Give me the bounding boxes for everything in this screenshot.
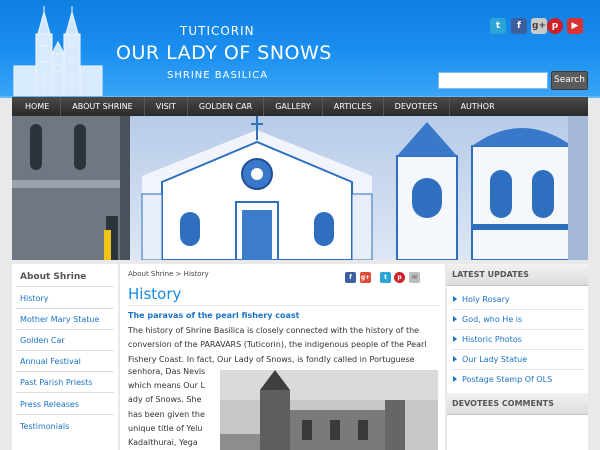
devotees-comments-heading: DEVOTEES COMMENTS <box>452 399 554 408</box>
nav-gallery[interactable]: GALLERY <box>264 97 323 116</box>
sidebar-item-testimonials[interactable]: Testimonials <box>20 422 69 431</box>
google-plus-icon[interactable]: g+ <box>531 18 547 34</box>
nav-articles[interactable]: ARTICLES <box>323 97 384 116</box>
bullet-arrow-icon <box>453 376 457 382</box>
update-divider <box>451 309 584 310</box>
update-item[interactable]: Our Lady Statue <box>453 355 527 364</box>
sidebar-item-past-parish-priests[interactable]: Past Parish Priests <box>20 378 92 387</box>
bullet-arrow-icon <box>453 356 457 362</box>
latest-updates-heading: LATEST UPDATES <box>452 270 529 279</box>
sidebar-divider <box>16 350 114 351</box>
twitter-icon[interactable]: t <box>490 18 506 34</box>
sidebar-divider <box>16 286 114 287</box>
update-item-label[interactable]: Postage Stamp Of OLS <box>462 375 552 384</box>
paragraph-line: Fishery Coast. In fact, Our Lady of Snow… <box>128 354 415 364</box>
sidebar-item-press-releases[interactable]: Press Releases <box>20 400 79 409</box>
banner-image <box>12 116 588 260</box>
sidebar-divider <box>16 329 114 330</box>
update-item[interactable]: Holy Rosary <box>453 295 510 304</box>
sidebar-divider <box>16 308 114 309</box>
update-divider <box>451 329 584 330</box>
brand-subtitle: SHRINE BASILICA <box>167 70 269 81</box>
brand-city: TUTICORIN <box>180 24 255 38</box>
left-sidebar: About Shrine History Mother Mary Statue … <box>12 264 118 450</box>
historic-photo-image <box>220 370 438 450</box>
site-title[interactable]: OUR LADY OF SNOWS <box>116 42 332 64</box>
update-item-label[interactable]: Our Lady Statue <box>462 355 527 364</box>
email-share-icon[interactable]: ✉ <box>409 272 420 283</box>
history-paragraph: The history of Shrine Basilica is closel… <box>128 324 440 367</box>
nav-visit[interactable]: VISIT <box>145 97 188 116</box>
title-divider <box>128 305 440 306</box>
sidebar-divider <box>16 371 114 372</box>
update-divider <box>451 369 584 370</box>
paragraph-line: ady of Snows. She <box>128 395 202 404</box>
update-item-label[interactable]: Holy Rosary <box>462 295 510 304</box>
nav-golden-car[interactable]: GOLDEN CAR <box>188 97 265 116</box>
sidebar-item-golden-car[interactable]: Golden Car <box>20 336 65 345</box>
paragraph-line: conversion of the PARAVARS (Tuticorin), … <box>128 340 427 350</box>
pinterest-icon[interactable]: p <box>547 18 563 34</box>
bullet-arrow-icon <box>453 336 457 342</box>
basilica-facade-image <box>12 116 588 260</box>
paragraph-line: has been given the <box>128 410 205 419</box>
update-item[interactable]: Postage Stamp Of OLS <box>453 375 552 384</box>
paragraph-line: The history of Shrine Basilica is closel… <box>128 326 420 335</box>
twitter-share-icon[interactable]: t <box>380 272 391 283</box>
sidebar-item-history[interactable]: History <box>20 294 48 303</box>
paragraph-line: senhora, Das Nevis <box>128 367 206 376</box>
section-heading: The paravas of the pearl fishery coast <box>128 311 300 320</box>
church-logo-icon[interactable] <box>8 6 108 98</box>
breadcrumb[interactable]: About Shrine > History <box>128 270 209 278</box>
search-input[interactable] <box>438 72 548 89</box>
sidebar-item-mother-mary-statue[interactable]: Mother Mary Statue <box>20 315 99 324</box>
facebook-icon[interactable]: f <box>511 18 527 34</box>
update-item[interactable]: God, who He is <box>453 315 522 324</box>
right-sidebar: LATEST UPDATES Holy Rosary God, who He i… <box>447 264 588 450</box>
site-header: TUTICORIN OUR LADY OF SNOWS SHRINE BASIL… <box>0 0 600 98</box>
facebook-share-icon[interactable]: f <box>345 272 356 283</box>
paragraph-line: Kadalthurai, Yega <box>128 438 198 447</box>
update-item-label[interactable]: God, who He is <box>462 315 522 324</box>
sidebar-divider <box>16 414 114 415</box>
update-item[interactable]: Historic Photos <box>453 335 522 344</box>
paragraph-line: unique title of Yelu <box>128 424 203 433</box>
bullet-arrow-icon <box>453 316 457 322</box>
nav-author[interactable]: AUTHOR <box>450 97 506 116</box>
latest-updates-header: LATEST UPDATES <box>447 264 588 286</box>
youtube-icon[interactable]: ▶ <box>567 18 583 34</box>
page-title: History <box>128 285 182 303</box>
update-item-label[interactable]: Historic Photos <box>462 335 522 344</box>
nav-about-shrine[interactable]: ABOUT SHRINE <box>61 97 145 116</box>
main-nav: HOME ABOUT SHRINE VISIT GOLDEN CAR GALLE… <box>12 97 588 116</box>
devotees-comments-header: DEVOTEES COMMENTS <box>447 393 588 415</box>
nav-home[interactable]: HOME <box>12 97 62 116</box>
paragraph-line: which means Our L <box>128 381 205 390</box>
search-button[interactable]: Search <box>551 71 588 90</box>
update-divider <box>451 349 584 350</box>
historic-church-photo[interactable] <box>220 370 438 450</box>
sidebar-heading: About Shrine <box>20 272 87 282</box>
nav-devotees[interactable]: DEVOTEES <box>384 97 450 116</box>
bullet-arrow-icon <box>453 296 457 302</box>
sidebar-divider <box>16 392 114 393</box>
main-content: About Shrine > History f g+ t p ✉ Histor… <box>120 264 445 450</box>
pinterest-share-icon[interactable]: p <box>394 272 405 283</box>
sidebar-item-annual-festival[interactable]: Annual Festival <box>20 357 81 366</box>
google-plus-share-icon[interactable]: g+ <box>360 272 371 283</box>
